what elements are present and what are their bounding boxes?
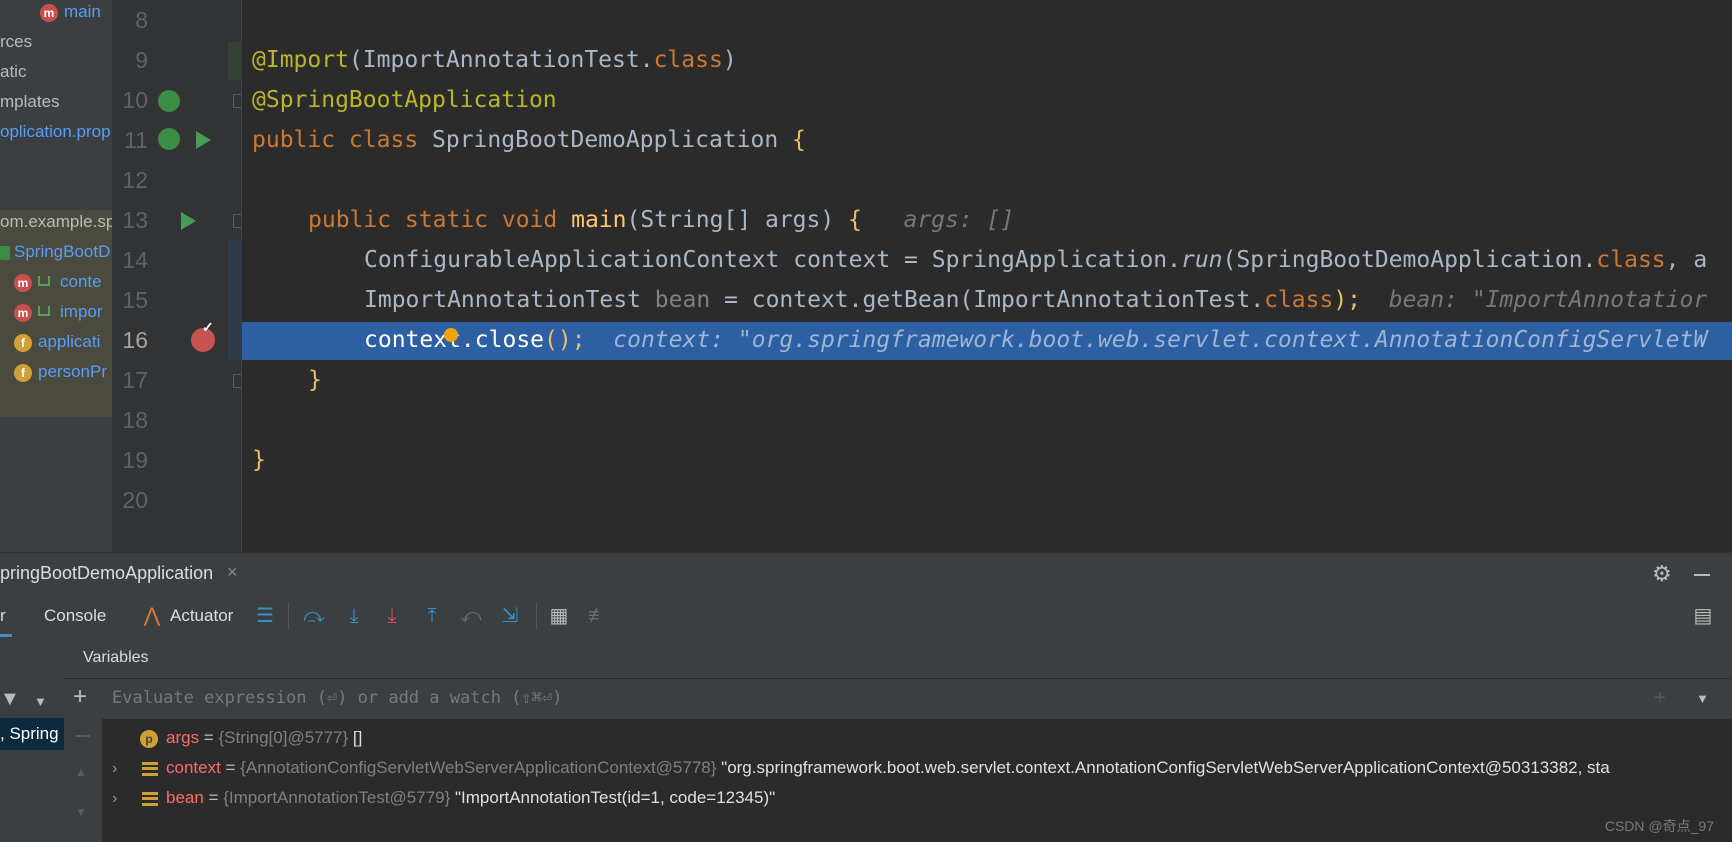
tree-item-person-field[interactable]: f personPr bbox=[14, 358, 107, 386]
lock-icon bbox=[38, 305, 50, 316]
frame-item[interactable]: , Spring bbox=[0, 724, 59, 744]
code-line-11[interactable]: public class SpringBootDemoApplication { bbox=[252, 120, 806, 160]
method-icon: m bbox=[14, 303, 32, 322]
code-line-16[interactable]: context.close(); context: "org.springfra… bbox=[364, 320, 1707, 360]
tab-debugger[interactable]: r bbox=[0, 606, 6, 626]
step-over-icon[interactable]: ⤼ bbox=[303, 605, 325, 627]
code-line-14[interactable]: ConfigurableApplicationContext context =… bbox=[364, 240, 1707, 280]
evaluate-expression-bar[interactable]: Evaluate expression (⏎) or add a watch (… bbox=[102, 679, 1732, 720]
line-number: 18 bbox=[122, 407, 148, 433]
line-number: 19 bbox=[122, 447, 148, 473]
variables-list: p args = {String[0]@5777} [] › context = {… bbox=[102, 720, 1732, 842]
spring-bean-icon[interactable] bbox=[158, 128, 180, 150]
tree-item-main[interactable]: m main bbox=[40, 0, 101, 26]
line-number: 17 bbox=[122, 367, 148, 393]
line-number: 12 bbox=[122, 167, 148, 193]
add-to-watches-icon[interactable]: + bbox=[1654, 687, 1666, 710]
expand-chevron-icon[interactable]: › bbox=[112, 754, 130, 784]
evaluate-expression-input[interactable]: Evaluate expression (⏎) or add a watch (… bbox=[112, 688, 562, 708]
run-icon[interactable] bbox=[181, 212, 196, 230]
remove-watch-icon[interactable] bbox=[76, 735, 90, 737]
toolbar-separator bbox=[288, 602, 289, 630]
variables-header: Variables bbox=[64, 638, 1732, 679]
spring-class-icon bbox=[0, 245, 10, 260]
toolbar-separator bbox=[536, 602, 537, 630]
line-number: 20 bbox=[122, 487, 148, 513]
step-out-icon[interactable]: ⤒ bbox=[421, 605, 443, 627]
parameter-icon: p bbox=[140, 729, 158, 748]
force-step-into-icon[interactable]: ⤓ bbox=[381, 605, 403, 627]
line-number: 10 bbox=[122, 87, 148, 113]
run-config-tab[interactable]: pringBootDemoApplication bbox=[0, 563, 213, 584]
line-number: 11 bbox=[124, 127, 148, 153]
tree-item-application-properties[interactable]: oplication.prop bbox=[0, 118, 111, 146]
line-number: 14 bbox=[122, 247, 148, 273]
line-number: 9 bbox=[135, 47, 148, 73]
tree-item-application-field[interactable]: f applicati bbox=[14, 328, 100, 356]
method-icon: m bbox=[14, 273, 32, 292]
code-line-10[interactable]: @SpringBootApplication bbox=[252, 80, 557, 120]
line-number: 15 bbox=[122, 287, 148, 313]
watermark: CSDN @奇点_97 bbox=[1604, 818, 1714, 834]
gutter-change-marker bbox=[228, 240, 242, 360]
code-line-9[interactable]: @Import(ImportAnnotationTest.class) bbox=[252, 40, 737, 80]
breakpoint-icon[interactable] bbox=[191, 319, 215, 352]
line-number-current: 16 bbox=[122, 327, 148, 353]
tab-console[interactable]: Console bbox=[44, 606, 106, 626]
debug-toolbar: r Console ⋀ Actuator ☰ ⤼ ⤓ ⤓ ⤒ ⤺ ⇲ ▦ ≢ ▤ bbox=[0, 594, 1732, 639]
field-icon: f bbox=[14, 333, 32, 352]
field-icon bbox=[142, 761, 158, 776]
actuator-icon: ⋀ bbox=[143, 605, 161, 627]
minimize-icon[interactable] bbox=[1694, 574, 1710, 576]
gear-icon[interactable]: ⚙ bbox=[1652, 561, 1672, 587]
filter-icon[interactable]: ▼ bbox=[0, 688, 20, 711]
evaluate-expression-icon[interactable]: ▦ bbox=[548, 605, 570, 627]
tree-item-import[interactable]: m impor bbox=[14, 298, 103, 326]
line-marker bbox=[228, 42, 242, 80]
code-line-15[interactable]: ImportAnnotationTest bean = context.getB… bbox=[364, 280, 1707, 320]
frames-panel: ▼ ▼ , Spring bbox=[0, 638, 65, 842]
field-icon: f bbox=[14, 363, 32, 382]
run-to-cursor-icon[interactable]: ⇲ bbox=[499, 605, 521, 627]
tree-item-resources[interactable]: rces bbox=[0, 28, 32, 56]
debug-tool-window-header: pringBootDemoApplication × ⚙ bbox=[0, 552, 1732, 595]
variable-row-context[interactable]: › context = {AnnotationConfigServletWebSe… bbox=[112, 753, 1610, 783]
lock-icon bbox=[38, 275, 50, 286]
code-line-19[interactable]: } bbox=[252, 440, 266, 480]
tree-item-static[interactable]: atic bbox=[0, 58, 26, 86]
code-line-13[interactable]: public static void main(String[] args) {… bbox=[308, 200, 1014, 240]
tab-actuator[interactable]: Actuator bbox=[170, 606, 233, 626]
active-tab-underline bbox=[0, 634, 12, 637]
close-tab-icon[interactable]: × bbox=[227, 562, 238, 583]
tree-item-package[interactable]: om.example.sp bbox=[0, 208, 112, 236]
bulb-icon[interactable] bbox=[444, 328, 458, 342]
variable-row-bean[interactable]: › bean = {ImportAnnotationTest@5779} "Imp… bbox=[112, 783, 775, 813]
variables-side-controls: + ▲ ▼ bbox=[64, 679, 103, 842]
variables-title: Variables bbox=[83, 649, 149, 666]
history-dropdown-icon[interactable]: ▼ bbox=[1696, 691, 1709, 706]
spring-bean-icon[interactable] bbox=[158, 90, 180, 112]
drop-frame-icon[interactable]: ⤺ bbox=[460, 605, 482, 627]
project-tree: m main rces atic mplates oplication.prop … bbox=[0, 0, 112, 552]
tree-item-templates[interactable]: mplates bbox=[0, 88, 60, 116]
trace-stream-icon[interactable]: ≢ bbox=[587, 605, 609, 627]
method-icon: m bbox=[40, 3, 58, 22]
expand-chevron-icon[interactable]: › bbox=[112, 784, 130, 814]
step-into-icon[interactable]: ⤓ bbox=[343, 605, 365, 627]
field-icon bbox=[142, 791, 158, 806]
code-line-17[interactable]: } bbox=[308, 360, 322, 400]
layout-icon[interactable]: ▤ bbox=[1692, 605, 1714, 627]
tree-item-class[interactable]: SpringBootD bbox=[0, 238, 110, 266]
line-number: 13 bbox=[122, 207, 148, 233]
move-up-icon[interactable]: ▲ bbox=[75, 765, 87, 779]
chevron-down-icon[interactable]: ▼ bbox=[34, 694, 47, 709]
add-watch-icon[interactable]: + bbox=[73, 683, 87, 711]
show-frames-icon[interactable]: ☰ bbox=[254, 605, 276, 627]
move-down-icon[interactable]: ▼ bbox=[75, 805, 87, 819]
line-number: 8 bbox=[135, 7, 148, 33]
run-icon[interactable] bbox=[196, 131, 211, 149]
variable-row-args[interactable]: p args = {String[0]@5777} [] bbox=[140, 723, 362, 753]
tree-item-context[interactable]: m conte bbox=[14, 268, 102, 296]
